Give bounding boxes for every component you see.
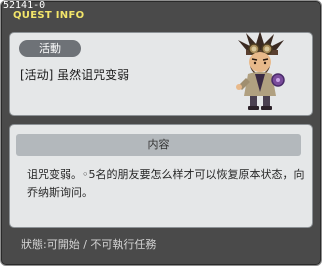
quest-status: 狀態:可開始 / 不可執行任務	[21, 238, 157, 251]
npc-portrait-icon	[236, 31, 285, 110]
category-tag: 活動	[19, 40, 81, 57]
panel-title: QUEST INFO	[13, 10, 85, 21]
quest-title: [活动] 虽然诅咒变弱	[20, 68, 130, 82]
section-header: 内容	[16, 134, 301, 156]
quest-description: 诅咒变弱。◦5名的朋友要怎么样才可以恢复原本状态，向乔纳斯询问。	[27, 168, 305, 199]
